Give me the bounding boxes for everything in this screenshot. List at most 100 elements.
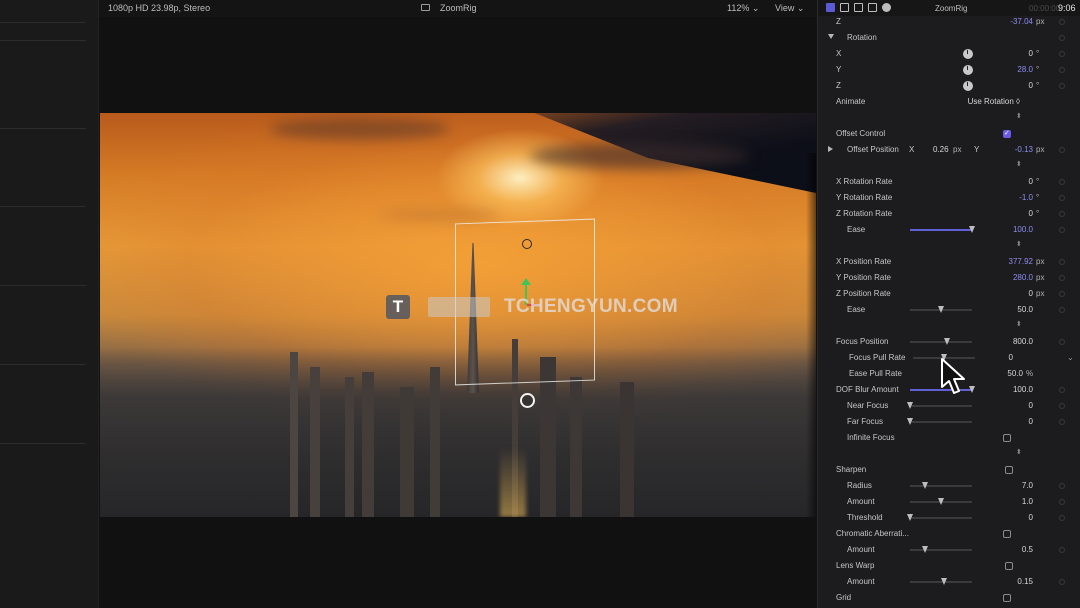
param-value[interactable]: 0 [1029, 209, 1033, 218]
param-value[interactable]: 0 [1029, 401, 1033, 410]
threshold-slider[interactable] [906, 514, 972, 521]
slider-knob-icon[interactable] [922, 546, 928, 553]
param-x-rotation-rate[interactable]: X Rotation Rate 0 ° [818, 174, 1080, 190]
param-z-position-rate[interactable]: Z Position Rate 0 px [818, 286, 1080, 302]
disclosure-triangle-icon[interactable] [828, 146, 833, 152]
param-y-rotation-rate[interactable]: Y Rotation Rate -1.0 ° [818, 190, 1080, 206]
param-value[interactable]: 50.0 [1007, 369, 1023, 378]
keyframe-button[interactable] [1059, 227, 1065, 233]
ease-slider[interactable] [910, 226, 975, 233]
param-focus-position[interactable]: Focus Position 800.0 [818, 334, 1080, 350]
slider-knob-icon[interactable] [937, 498, 944, 505]
slider-knob-icon[interactable] [906, 514, 913, 521]
param-y-value[interactable]: -0.13 [1015, 145, 1033, 154]
keyframe-button[interactable] [1059, 259, 1065, 265]
param-z[interactable]: Z -37.04 px [818, 14, 1080, 30]
keyframe-button[interactable] [1059, 19, 1065, 25]
keyframe-button[interactable] [1059, 275, 1065, 281]
info-icon[interactable] [882, 3, 891, 12]
keyframe-button[interactable] [1059, 291, 1065, 297]
slider-knob-icon[interactable] [968, 386, 975, 393]
param-value[interactable]: 0.15 [1017, 577, 1033, 586]
far-focus-slider[interactable] [906, 418, 972, 425]
param-amount[interactable]: Amount 0.5 [818, 542, 1080, 558]
keyframe-button[interactable] [1059, 339, 1065, 345]
param-value[interactable]: 0 [1029, 417, 1033, 426]
keyframe-button[interactable] [1059, 51, 1065, 57]
offset-control-checkbox[interactable] [1003, 129, 1011, 138]
keyframe-button[interactable] [1059, 67, 1065, 73]
param-value[interactable]: 0 [1029, 177, 1033, 186]
keyframe-button[interactable] [1059, 547, 1065, 553]
param-chromatic-aberration[interactable]: Chromatic Aberrati... [818, 526, 1080, 542]
title-inspector-icon[interactable] [826, 3, 835, 12]
slider-knob-icon[interactable] [906, 418, 913, 425]
group-rotation[interactable]: Rotation [818, 30, 1080, 46]
rotation-handle[interactable] [522, 239, 532, 249]
chevron-down-icon[interactable]: ⌄ [1067, 353, 1074, 362]
video-inspector-icon[interactable] [854, 3, 863, 12]
anchor-point-handle[interactable] [520, 393, 535, 408]
param-value[interactable]: 100.0 [1013, 385, 1033, 394]
param-ease[interactable]: Ease 50.0 [818, 302, 1080, 318]
keyframe-button[interactable] [1059, 179, 1065, 185]
param-rotation-y[interactable]: Y 28.0 ° [818, 62, 1080, 78]
radius-slider[interactable] [910, 482, 972, 489]
keyframe-button[interactable] [1059, 515, 1065, 521]
grid-checkbox[interactable] [1003, 594, 1011, 602]
sharpen-checkbox[interactable] [1005, 466, 1013, 474]
param-offset-position[interactable]: Offset Position X 0.26 px Y -0.13 px [818, 142, 1080, 158]
rotation-dial-icon[interactable] [963, 65, 973, 75]
param-sharpen[interactable]: Sharpen [818, 462, 1080, 478]
focus-position-slider[interactable] [910, 338, 972, 345]
audio-inspector-icon[interactable] [868, 3, 877, 12]
keyframe-button[interactable] [1059, 211, 1065, 217]
param-animate[interactable]: Animate Use Rotation ◊ [818, 94, 1080, 110]
param-value[interactable]: 0 [1029, 513, 1033, 522]
param-value[interactable]: 280.0 [1013, 273, 1033, 282]
param-far-focus[interactable]: Far Focus 0 [818, 414, 1080, 430]
keyframe-button[interactable] [1059, 419, 1065, 425]
param-value[interactable]: 1.0 [1022, 497, 1033, 506]
keyframe-button[interactable] [1059, 307, 1065, 313]
param-y-position-rate[interactable]: Y Position Rate 280.0 px [818, 270, 1080, 286]
keyframe-button[interactable] [1059, 579, 1065, 585]
param-x-position-rate[interactable]: X Position Rate 377.92 px [818, 254, 1080, 270]
slider-knob-icon[interactable] [922, 482, 928, 489]
param-value[interactable]: -1.0 [1019, 193, 1033, 202]
video-canvas[interactable]: T TCHENGYUN.COM [100, 113, 816, 517]
keyframe-button[interactable] [1059, 147, 1065, 153]
param-amount[interactable]: Amount 1.0 [818, 494, 1080, 510]
animate-popup[interactable]: Use Rotation ◊ [968, 97, 1020, 106]
slider-knob-icon[interactable] [943, 338, 950, 345]
keyframe-button[interactable] [1059, 195, 1065, 201]
param-z-rotation-rate[interactable]: Z Rotation Rate 0 ° [818, 206, 1080, 222]
slider-knob-icon[interactable] [906, 402, 913, 409]
zoom-menu[interactable]: 112% ⌄ [727, 3, 759, 14]
param-value[interactable]: 377.92 [1009, 257, 1033, 266]
keyframe-button[interactable] [1059, 499, 1065, 505]
param-value[interactable]: 800.0 [1013, 337, 1033, 346]
text-inspector-icon[interactable] [840, 3, 849, 12]
param-lens-warp[interactable]: Lens Warp [818, 558, 1080, 574]
rotation-dial-icon[interactable] [963, 49, 973, 59]
keyframe-button[interactable] [1059, 403, 1065, 409]
slider-knob-icon[interactable] [968, 226, 975, 233]
param-near-focus[interactable]: Near Focus 0 [818, 398, 1080, 414]
param-x-value[interactable]: 0.26 [933, 145, 949, 154]
keyframe-button[interactable] [1059, 387, 1065, 393]
param-value[interactable]: 100.0 [1013, 225, 1033, 234]
param-value[interactable]: -37.04 [1010, 17, 1033, 26]
keyframe-button[interactable] [1059, 483, 1065, 489]
param-amount[interactable]: Amount 0.15 [818, 574, 1080, 590]
ease-slider[interactable] [910, 306, 972, 313]
disclosure-triangle-icon[interactable] [828, 34, 834, 39]
chromatic-aberration-checkbox[interactable] [1003, 530, 1011, 538]
slider-knob-icon[interactable] [937, 306, 944, 313]
param-value[interactable]: 0 [1029, 49, 1033, 58]
rotation-dial-icon[interactable] [963, 81, 973, 91]
near-focus-slider[interactable] [906, 402, 972, 409]
param-value[interactable]: 7.0 [1022, 481, 1033, 490]
keyframe-button[interactable] [1059, 83, 1065, 89]
param-rotation-z[interactable]: Z 0 ° [818, 78, 1080, 94]
